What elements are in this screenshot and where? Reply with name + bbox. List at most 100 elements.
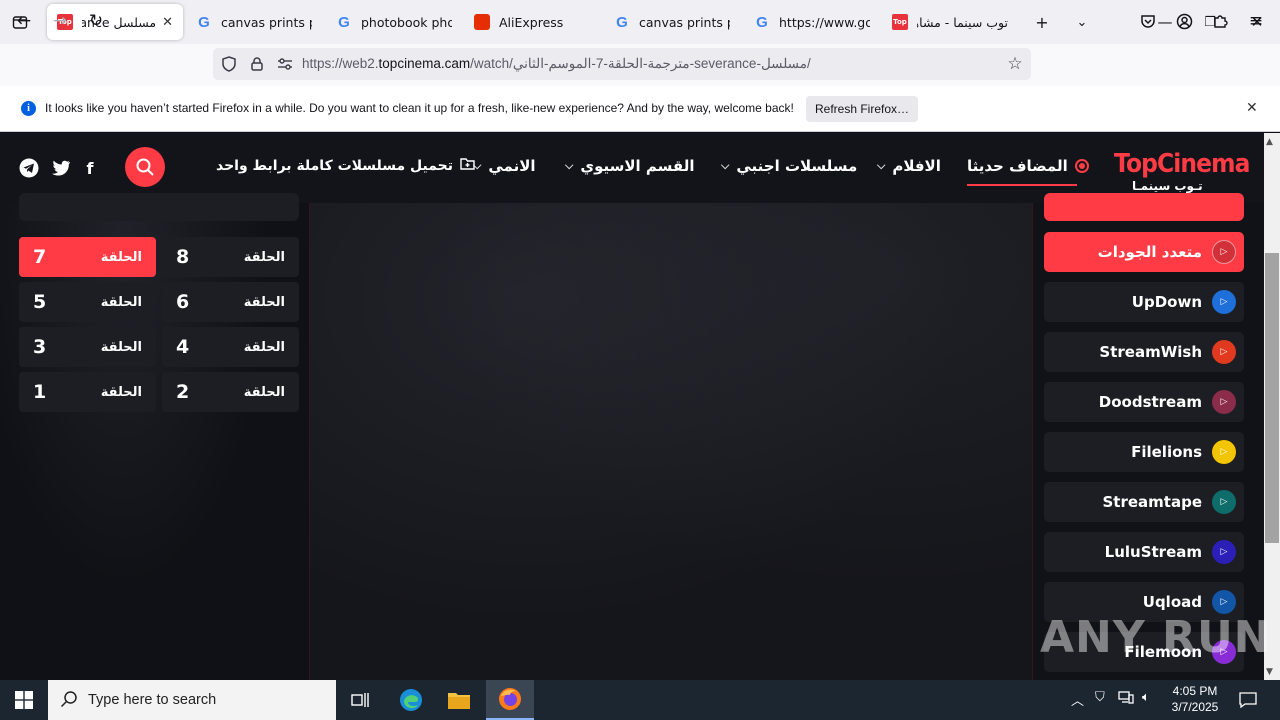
menu-item-anime[interactable]: الانمي ⌵ xyxy=(473,157,536,175)
edge-browser-icon[interactable] xyxy=(387,680,435,720)
google-favicon-icon: G xyxy=(756,13,768,31)
tab-title: photobook photob xyxy=(361,14,452,30)
close-notification-icon[interactable]: ✕ xyxy=(1246,100,1258,116)
episode-5-button[interactable]: 5 الحلقة xyxy=(19,282,156,322)
menu-label: تحميل مسلسلات كاملة برابط واحد xyxy=(216,157,453,174)
episode-number: 3 xyxy=(33,336,47,358)
extensions-puzzle-icon[interactable] xyxy=(1207,9,1233,33)
back-arrow-icon[interactable]: ← xyxy=(11,9,37,33)
tab-aliexpress[interactable]: AliExpress xyxy=(464,4,600,40)
episode-6-button[interactable]: 6 الحلقة xyxy=(162,282,299,322)
tab-title: AliExpress xyxy=(499,14,564,30)
pocket-icon[interactable] xyxy=(1135,9,1161,33)
new-tab-icon[interactable]: + xyxy=(1030,10,1054,34)
telegram-icon[interactable] xyxy=(18,157,40,179)
episode-number: 4 xyxy=(176,336,190,358)
url-path: /مسلسل-severance-مترجمة-الحلقة-7-الموسم-… xyxy=(470,56,811,71)
server-name: Uqload xyxy=(1142,593,1202,611)
server-doodstream-button[interactable]: Doodstream ▷ xyxy=(1044,382,1244,422)
lock-icon[interactable] xyxy=(248,55,266,73)
menu-item-asian-section[interactable]: القسم الاسيوي ⌵ xyxy=(565,157,695,175)
twitter-icon[interactable] xyxy=(50,157,72,179)
forward-arrow-icon[interactable]: → xyxy=(47,9,73,33)
server-name: متعدد الجودات xyxy=(1097,243,1202,261)
episode-7-button[interactable]: 7 الحلقة xyxy=(19,237,156,277)
episode-2-button[interactable]: 2 الحلقة xyxy=(162,372,299,412)
tracking-protection-shield-icon[interactable] xyxy=(220,55,238,73)
url-prefix: https://web2. xyxy=(302,56,379,71)
google-favicon-icon: G xyxy=(616,13,628,31)
search-icon xyxy=(136,158,154,176)
account-icon[interactable] xyxy=(1171,9,1197,33)
play-icon: ▷ xyxy=(1212,290,1236,314)
network-icon[interactable] xyxy=(1118,690,1134,708)
site-logo-arabic: تـوب سينمـا xyxy=(1132,179,1203,193)
server-name: Doodstream xyxy=(1098,393,1202,411)
menu-item-recently-added[interactable]: المضاف حديثا xyxy=(967,157,1089,175)
server-name: Streamtape xyxy=(1102,493,1203,511)
server-lulustream-button[interactable]: LuluStream ▷ xyxy=(1044,532,1244,572)
active-menu-underline xyxy=(967,184,1077,186)
windows-start-button[interactable] xyxy=(0,680,48,720)
season-selector[interactable] xyxy=(19,193,299,221)
bookmark-star-icon[interactable]: ☆ xyxy=(1006,54,1024,74)
episode-4-button[interactable]: 4 الحلقة xyxy=(162,327,299,367)
site-search-button[interactable] xyxy=(125,147,165,187)
search-icon xyxy=(60,690,78,712)
task-view-icon[interactable] xyxy=(336,680,384,720)
url-text[interactable]: https://web2.topcinema.cam/مسلسل-severan… xyxy=(302,56,811,72)
taskbar-search-input[interactable]: Type here to search xyxy=(48,680,336,720)
tab-canvas-prints[interactable]: G canvas prints phot xyxy=(186,4,322,40)
clock-time: 4:05 PM xyxy=(1172,684,1218,698)
menu-item-download-full-series[interactable]: تحميل مسلسلات كاملة برابط واحد xyxy=(216,157,475,174)
reload-icon[interactable]: ↻ xyxy=(83,9,109,33)
chevron-down-icon: ⌵ xyxy=(877,159,886,172)
tray-security-icon[interactable]: ⛉ xyxy=(1095,690,1105,705)
firefox-icon[interactable] xyxy=(486,680,534,720)
tab-topcinema-home[interactable]: Top توب سينما - مشاهد xyxy=(882,4,1018,40)
scroll-down-arrow-icon[interactable]: ▼ xyxy=(1266,667,1273,677)
server-filelions-button[interactable]: Filelions ▷ xyxy=(1044,432,1244,472)
info-icon: i xyxy=(21,101,36,116)
file-explorer-icon[interactable] xyxy=(435,680,483,720)
scrollbar-thumb[interactable] xyxy=(1265,253,1279,543)
menu-label: الانمي xyxy=(488,157,536,175)
page-permissions-icon[interactable] xyxy=(276,55,294,73)
tray-show-hidden-chevron-icon[interactable]: ︿ xyxy=(1071,690,1084,709)
list-all-tabs-chevron-down-icon[interactable]: ⌄ xyxy=(1070,10,1094,34)
notifications-icon[interactable] xyxy=(1224,680,1272,720)
tab-google-url[interactable]: G https://www.goog xyxy=(744,4,880,40)
video-player-area[interactable] xyxy=(310,203,1032,680)
refresh-firefox-button[interactable]: Refresh Firefox… xyxy=(806,96,918,122)
play-icon: ▷ xyxy=(1212,440,1236,464)
tab-title: توب سينما - مشاهد xyxy=(917,14,1008,30)
volume-icon[interactable]: 🔈︎ xyxy=(1142,690,1150,705)
episode-3-button[interactable]: 3 الحلقة xyxy=(19,327,156,367)
episode-1-button[interactable]: 1 الحلقة xyxy=(19,372,156,412)
close-tab-icon[interactable]: ✕ xyxy=(162,15,173,30)
scroll-up-arrow-icon[interactable]: ▲ xyxy=(1266,137,1273,147)
episode-label: الحلقة xyxy=(100,294,142,310)
menu-item-foreign-series[interactable]: مسلسلات اجنبي ⌵ xyxy=(721,157,857,175)
tab-photobook[interactable]: G photobook photob xyxy=(326,4,462,40)
taskbar-clock[interactable]: 4:05 PM 3/7/2025 xyxy=(1162,683,1228,715)
menu-hamburger-icon[interactable]: ≡ xyxy=(1243,9,1269,33)
menu-label: المضاف حديثا xyxy=(967,157,1068,175)
menu-label: القسم الاسيوي xyxy=(580,157,695,175)
facebook-icon[interactable]: f xyxy=(79,157,101,179)
site-logo[interactable]: TopCinema xyxy=(1114,149,1250,179)
server-streamwish-button[interactable]: StreamWish ▷ xyxy=(1044,332,1244,372)
episode-number: 7 xyxy=(33,246,47,268)
server-streamtape-button[interactable]: Streamtape ▷ xyxy=(1044,482,1244,522)
menu-label: مسلسلات اجنبي xyxy=(736,157,858,175)
server-name: LuluStream xyxy=(1104,543,1202,561)
menu-item-movies[interactable]: الافلام ⌵ xyxy=(877,157,941,175)
tab-canvas-prints-2[interactable]: G canvas prints phot xyxy=(604,4,740,40)
server-multi-quality-button[interactable]: متعدد الجودات ▷ xyxy=(1044,232,1244,272)
server-name: Filelions xyxy=(1131,443,1202,461)
episode-8-button[interactable]: 8 الحلقة xyxy=(162,237,299,277)
server-updown-button[interactable]: UpDown ▷ xyxy=(1044,282,1244,322)
server-name: UpDown xyxy=(1131,293,1202,311)
download-section-button[interactable] xyxy=(1044,193,1244,221)
episode-label: الحلقة xyxy=(243,249,285,265)
